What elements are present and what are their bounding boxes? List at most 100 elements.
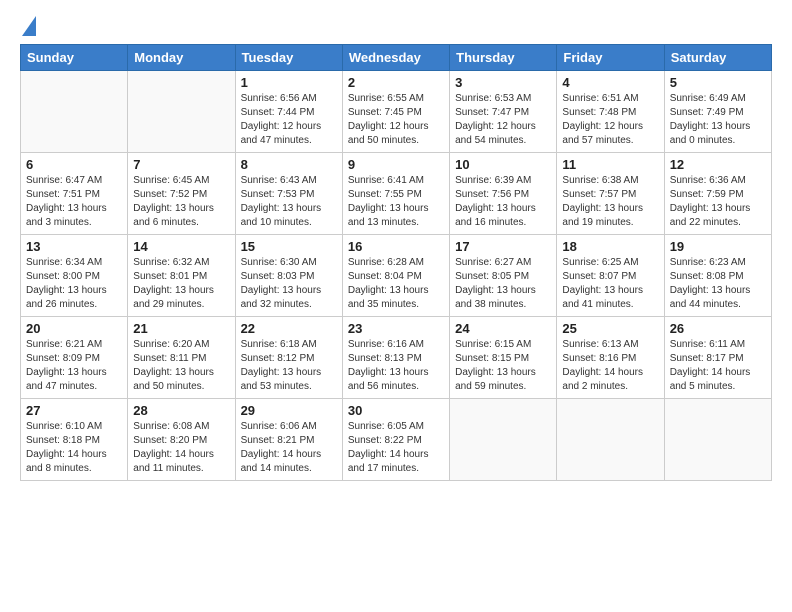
calendar-week-row: 6Sunrise: 6:47 AM Sunset: 7:51 PM Daylig… (21, 153, 772, 235)
calendar-cell: 29 Sunrise: 6:06 AM Sunset: 8:21 PM Dayli… (235, 399, 342, 481)
calendar-cell: 11 Sunrise: 6:38 AM Sunset: 7:57 PM Dayli… (557, 153, 664, 235)
calendar-cell: 6Sunrise: 6:47 AM Sunset: 7:51 PM Daylig… (21, 153, 128, 235)
day-number: 7 (133, 157, 229, 172)
day-info: Sunrise: 6:06 AM Sunset: 8:21 PM Dayligh… (241, 420, 337, 476)
day-info: Sunrise: 6:39 AM Sunset: 7:56 PM Dayligh… (455, 174, 551, 230)
day-info: Sunrise: 6:10 AM Sunset: 8:18 PM Dayligh… (26, 420, 122, 476)
logo-text (20, 16, 36, 38)
day-info: Sunrise: 6:41 AM Sunset: 7:55 PM Dayligh… (348, 174, 444, 230)
day-number: 1 (241, 75, 337, 90)
day-info: Sunrise: 6:21 AM Sunset: 8:09 PM Dayligh… (26, 338, 122, 394)
calendar-week-row: 1 Sunrise: 6:56 AM Sunset: 7:44 PM Daylig… (21, 71, 772, 153)
calendar-cell: 20 Sunrise: 6:21 AM Sunset: 8:09 PM Dayli… (21, 317, 128, 399)
day-info: Sunrise: 6:49 AM Sunset: 7:49 PM Dayligh… (670, 92, 766, 148)
day-info: Sunrise: 6:11 AM Sunset: 8:17 PM Dayligh… (670, 338, 766, 394)
day-info: Sunrise: 6:28 AM Sunset: 8:04 PM Dayligh… (348, 256, 444, 312)
day-info: Sunrise: 6:27 AM Sunset: 8:05 PM Dayligh… (455, 256, 551, 312)
calendar-cell: 17 Sunrise: 6:27 AM Sunset: 8:05 PM Dayli… (450, 235, 557, 317)
day-number: 21 (133, 321, 229, 336)
calendar-cell: 19Sunrise: 6:23 AM Sunset: 8:08 PM Dayli… (664, 235, 771, 317)
day-number: 8 (241, 157, 337, 172)
calendar-cell: 27 Sunrise: 6:10 AM Sunset: 8:18 PM Dayli… (21, 399, 128, 481)
day-number: 28 (133, 403, 229, 418)
day-info: Sunrise: 6:43 AM Sunset: 7:53 PM Dayligh… (241, 174, 337, 230)
day-number: 16 (348, 239, 444, 254)
calendar-cell: 23 Sunrise: 6:16 AM Sunset: 8:13 PM Dayli… (342, 317, 449, 399)
day-number: 30 (348, 403, 444, 418)
calendar-cell: 5 Sunrise: 6:49 AM Sunset: 7:49 PM Daylig… (664, 71, 771, 153)
day-info: Sunrise: 6:20 AM Sunset: 8:11 PM Dayligh… (133, 338, 229, 394)
weekday-header-sunday: Sunday (21, 45, 128, 71)
day-info: Sunrise: 6:16 AM Sunset: 8:13 PM Dayligh… (348, 338, 444, 394)
calendar-week-row: 20 Sunrise: 6:21 AM Sunset: 8:09 PM Dayli… (21, 317, 772, 399)
day-number: 24 (455, 321, 551, 336)
calendar-cell: 1 Sunrise: 6:56 AM Sunset: 7:44 PM Daylig… (235, 71, 342, 153)
day-number: 19 (670, 239, 766, 254)
day-number: 18 (562, 239, 658, 254)
weekday-header-wednesday: Wednesday (342, 45, 449, 71)
calendar-cell: 7Sunrise: 6:45 AM Sunset: 7:52 PM Daylig… (128, 153, 235, 235)
weekday-header-monday: Monday (128, 45, 235, 71)
calendar-cell (450, 399, 557, 481)
day-number: 10 (455, 157, 551, 172)
weekday-header-saturday: Saturday (664, 45, 771, 71)
day-info: Sunrise: 6:53 AM Sunset: 7:47 PM Dayligh… (455, 92, 551, 148)
day-info: Sunrise: 6:13 AM Sunset: 8:16 PM Dayligh… (562, 338, 658, 394)
calendar-cell: 15 Sunrise: 6:30 AM Sunset: 8:03 PM Dayli… (235, 235, 342, 317)
calendar-cell: 18 Sunrise: 6:25 AM Sunset: 8:07 PM Dayli… (557, 235, 664, 317)
day-number: 29 (241, 403, 337, 418)
day-number: 27 (26, 403, 122, 418)
weekday-header-friday: Friday (557, 45, 664, 71)
day-info: Sunrise: 6:25 AM Sunset: 8:07 PM Dayligh… (562, 256, 658, 312)
calendar-cell: 25 Sunrise: 6:13 AM Sunset: 8:16 PM Dayli… (557, 317, 664, 399)
day-number: 14 (133, 239, 229, 254)
day-number: 5 (670, 75, 766, 90)
day-number: 25 (562, 321, 658, 336)
day-info: Sunrise: 6:30 AM Sunset: 8:03 PM Dayligh… (241, 256, 337, 312)
day-number: 15 (241, 239, 337, 254)
day-number: 23 (348, 321, 444, 336)
calendar-cell (557, 399, 664, 481)
calendar-cell (128, 71, 235, 153)
weekday-header-row: SundayMondayTuesdayWednesdayThursdayFrid… (21, 45, 772, 71)
calendar-cell: 21 Sunrise: 6:20 AM Sunset: 8:11 PM Dayli… (128, 317, 235, 399)
calendar-cell: 9 Sunrise: 6:41 AM Sunset: 7:55 PM Daylig… (342, 153, 449, 235)
calendar-cell: 30Sunrise: 6:05 AM Sunset: 8:22 PM Dayli… (342, 399, 449, 481)
day-info: Sunrise: 6:34 AM Sunset: 8:00 PM Dayligh… (26, 256, 122, 312)
calendar-cell: 8 Sunrise: 6:43 AM Sunset: 7:53 PM Daylig… (235, 153, 342, 235)
day-number: 4 (562, 75, 658, 90)
day-number: 20 (26, 321, 122, 336)
calendar-cell: 3 Sunrise: 6:53 AM Sunset: 7:47 PM Daylig… (450, 71, 557, 153)
logo (20, 16, 36, 34)
day-number: 22 (241, 321, 337, 336)
calendar-cell: 13Sunrise: 6:34 AM Sunset: 8:00 PM Dayli… (21, 235, 128, 317)
calendar-cell (21, 71, 128, 153)
calendar-cell: 2 Sunrise: 6:55 AM Sunset: 7:45 PM Daylig… (342, 71, 449, 153)
calendar-table: SundayMondayTuesdayWednesdayThursdayFrid… (20, 44, 772, 481)
calendar-week-row: 13Sunrise: 6:34 AM Sunset: 8:00 PM Dayli… (21, 235, 772, 317)
calendar-cell: 16 Sunrise: 6:28 AM Sunset: 8:04 PM Dayli… (342, 235, 449, 317)
calendar-cell: 10 Sunrise: 6:39 AM Sunset: 7:56 PM Dayli… (450, 153, 557, 235)
calendar-page: SundayMondayTuesdayWednesdayThursdayFrid… (0, 0, 792, 612)
day-info: Sunrise: 6:36 AM Sunset: 7:59 PM Dayligh… (670, 174, 766, 230)
day-number: 26 (670, 321, 766, 336)
day-number: 17 (455, 239, 551, 254)
day-info: Sunrise: 6:08 AM Sunset: 8:20 PM Dayligh… (133, 420, 229, 476)
day-number: 3 (455, 75, 551, 90)
day-number: 6 (26, 157, 122, 172)
day-info: Sunrise: 6:56 AM Sunset: 7:44 PM Dayligh… (241, 92, 337, 148)
calendar-week-row: 27 Sunrise: 6:10 AM Sunset: 8:18 PM Dayli… (21, 399, 772, 481)
calendar-cell: 14 Sunrise: 6:32 AM Sunset: 8:01 PM Dayli… (128, 235, 235, 317)
day-number: 2 (348, 75, 444, 90)
day-number: 11 (562, 157, 658, 172)
calendar-cell: 24Sunrise: 6:15 AM Sunset: 8:15 PM Dayli… (450, 317, 557, 399)
day-info: Sunrise: 6:18 AM Sunset: 8:12 PM Dayligh… (241, 338, 337, 394)
day-info: Sunrise: 6:32 AM Sunset: 8:01 PM Dayligh… (133, 256, 229, 312)
day-number: 9 (348, 157, 444, 172)
day-info: Sunrise: 6:55 AM Sunset: 7:45 PM Dayligh… (348, 92, 444, 148)
day-info: Sunrise: 6:51 AM Sunset: 7:48 PM Dayligh… (562, 92, 658, 148)
weekday-header-tuesday: Tuesday (235, 45, 342, 71)
calendar-cell: 22 Sunrise: 6:18 AM Sunset: 8:12 PM Dayli… (235, 317, 342, 399)
header (20, 16, 772, 34)
day-info: Sunrise: 6:38 AM Sunset: 7:57 PM Dayligh… (562, 174, 658, 230)
